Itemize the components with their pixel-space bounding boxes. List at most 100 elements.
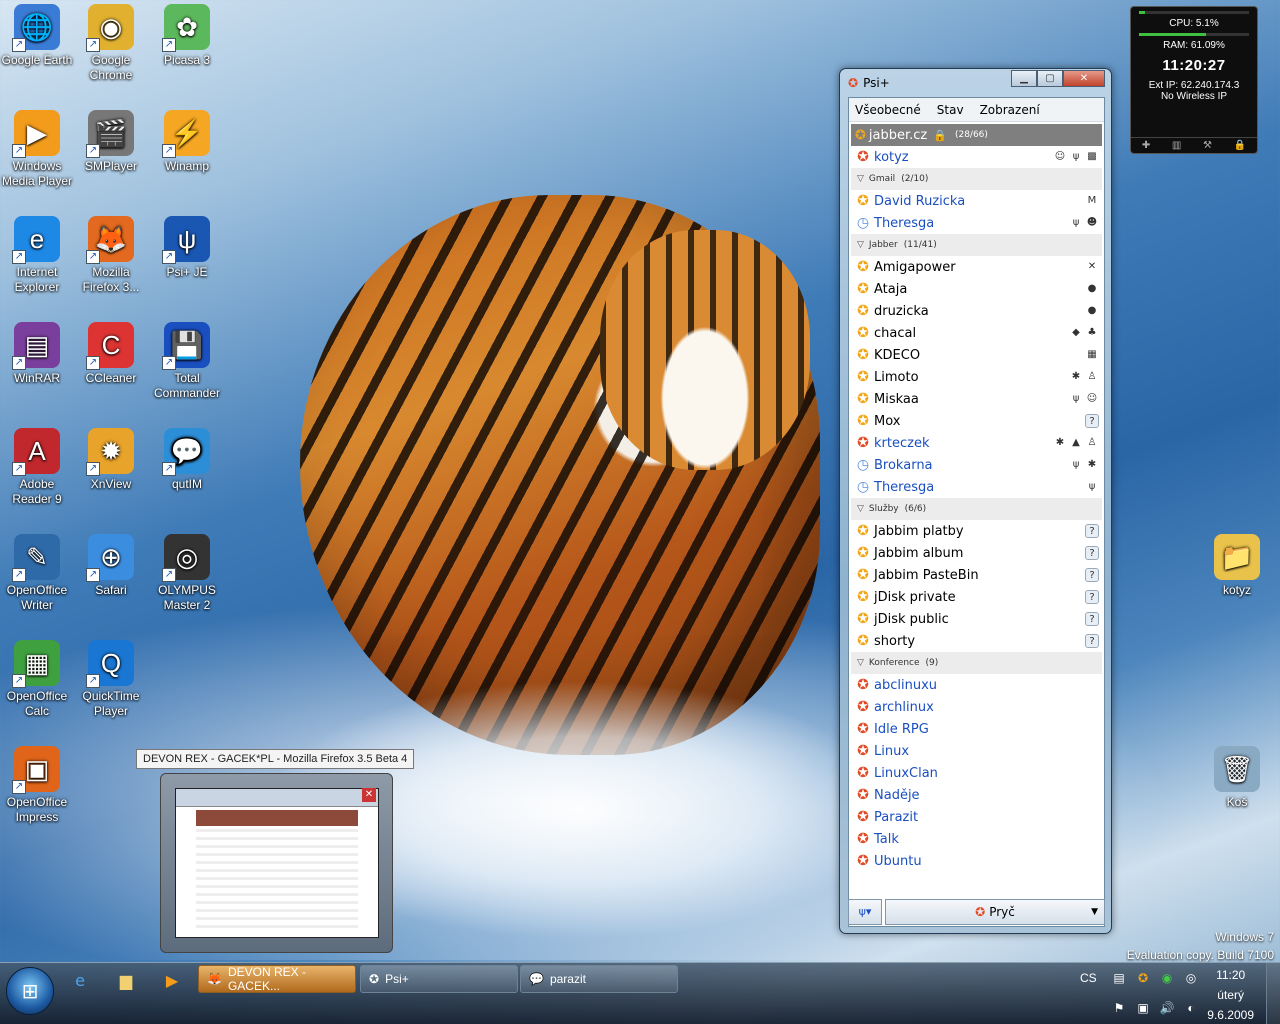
contact-row[interactable]: ✪ Amigapower ✕	[851, 256, 1102, 278]
desktop-icon-mozilla-firefox-3[interactable]: 🦊 ↗ Mozilla Firefox 3...	[74, 216, 148, 295]
network-icon[interactable]: ▣	[1134, 999, 1152, 1017]
quicklaunch-explorer-icon[interactable]: ▆	[114, 969, 138, 993]
desktop-icon-google-chrome[interactable]: ◉ ↗ Google Chrome	[74, 4, 148, 83]
lock-icon[interactable]: 🔒	[1234, 140, 1246, 151]
desktop-icon-kotyz[interactable]: 📁 kotyz	[1200, 534, 1274, 598]
hardware-icon[interactable]: ◐	[1182, 999, 1200, 1017]
contact-row[interactable]: ✪ abclinuxu	[851, 674, 1102, 696]
desktop-icon-openoffice-writer[interactable]: ✎ ↗ OpenOffice Writer	[0, 534, 74, 613]
contact-row[interactable]: ✪ Limoto ✱ ♙	[851, 366, 1102, 388]
desktop-icon-picasa-3[interactable]: ✿ ↗ Picasa 3	[150, 4, 224, 68]
maximize-button[interactable]: ▢	[1037, 70, 1063, 87]
menu-general[interactable]: Všeobecné	[855, 103, 921, 117]
desktop-icon-xnview[interactable]: ✹ ↗ XnView	[74, 428, 148, 492]
action-center-flag-icon[interactable]: ⚑	[1110, 999, 1128, 1017]
client-icons: ✱ ♙	[1069, 370, 1099, 384]
thumbnail-page-preview[interactable]	[175, 788, 379, 938]
desktop-icon-label: Winamp	[164, 159, 209, 173]
taskbar-button-parazit[interactable]: 💬 parazit	[520, 965, 678, 993]
language-indicator[interactable]: CS	[1080, 971, 1097, 985]
steam-tray-icon[interactable]: ◎	[1182, 969, 1200, 987]
contact-row[interactable]: ✪ Miskaa ψ ☺	[851, 388, 1102, 410]
contact-row[interactable]: ✪ David Ruzicka M	[851, 190, 1102, 212]
desktop-icon-adobe-reader-9[interactable]: A ↗ Adobe Reader 9	[0, 428, 74, 507]
desktop-icon-psi-je[interactable]: ψ ↗ Psi+ JE	[150, 216, 224, 280]
contact-row[interactable]: ✪ Linux	[851, 740, 1102, 762]
desktop-icon-openoffice-impress[interactable]: ▣ ↗ OpenOffice Impress	[0, 746, 74, 825]
taskbar: ⊞ e ▆ ▶ 🦊 DEVON REX - GACEK... ✪ Psi+ 💬 paraz…	[0, 962, 1280, 1024]
menu-status[interactable]: Stav	[937, 103, 964, 117]
shortcut-arrow-icon: ↗	[162, 250, 176, 264]
quicklaunch-mediaplayer-icon[interactable]: ▶	[160, 969, 184, 993]
contact-row[interactable]: ✪ shorty?	[851, 630, 1102, 652]
group-header[interactable]: ▽ Služby (6/6)	[851, 498, 1102, 520]
account-header[interactable]: ✪ jabber.cz 🔒 (28/66)	[851, 124, 1102, 146]
add-icon[interactable]: ✚	[1142, 140, 1150, 151]
contact-row[interactable]: ✪ Naděje	[851, 784, 1102, 806]
client-badge-icon: ψ	[1072, 459, 1080, 470]
contact-row[interactable]: ✪ Ubuntu	[851, 850, 1102, 872]
contact-row[interactable]: ✪ Mox?	[851, 410, 1102, 432]
contact-row[interactable]: ✪ jDisk public?	[851, 608, 1102, 630]
desktop-icon-quicktime-player[interactable]: Q ↗ QuickTime Player	[74, 640, 148, 719]
desktop-icon-ccleaner[interactable]: C ↗ CCleaner	[74, 322, 148, 386]
graph-icon[interactable]: ▥	[1172, 140, 1181, 151]
contact-row[interactable]: ✪ Talk	[851, 828, 1102, 850]
contact-row[interactable]: ✪ Jabbim PasteBin?	[851, 564, 1102, 586]
desktop-icon-olympus-master-2[interactable]: ◎ ↗ OLYMPUS Master 2	[150, 534, 224, 613]
contact-row[interactable]: ✪ KDECO ▦	[851, 344, 1102, 366]
desktop-icon-total-commander[interactable]: 💾 ↗ Total Commander	[150, 322, 224, 401]
contact-row[interactable]: ✪ Jabbim platby?	[851, 520, 1102, 542]
desktop-icon-internet-explorer[interactable]: e ↗ Internet Explorer	[0, 216, 74, 295]
contact-row[interactable]: ✪ jDisk private?	[851, 586, 1102, 608]
desktop-icon-google-earth[interactable]: 🌐 ↗ Google Earth	[0, 4, 74, 68]
taskbar-clock[interactable]: 11:20 úterý 9.6.2009	[1207, 965, 1254, 1024]
status-select[interactable]: ✪ Pryč ▼	[885, 899, 1105, 925]
network-meter-icon[interactable]: ▤	[1110, 969, 1128, 987]
contact-row[interactable]: ✪ krteczek ✱ ▲ ♙	[851, 432, 1102, 454]
chrome-tray-icon[interactable]: ◉	[1158, 969, 1176, 987]
group-header[interactable]: ▽ Jabber (11/41)	[851, 234, 1102, 256]
desktop-icon-winamp[interactable]: ⚡ ↗ Winamp	[150, 110, 224, 174]
contact-row[interactable]: ✪ chacal ◆ ♣	[851, 322, 1102, 344]
menu-view[interactable]: Zobrazení	[980, 103, 1040, 117]
taskbar-button-devon-rex-gacek[interactable]: 🦊 DEVON REX - GACEK...	[198, 965, 356, 993]
start-button[interactable]: ⊞	[6, 967, 54, 1015]
show-desktop-button[interactable]	[1266, 963, 1280, 1024]
volume-icon[interactable]: 🔊	[1158, 999, 1176, 1017]
group-header[interactable]: ▽ Gmail (2/10)	[851, 168, 1102, 190]
quicklaunch-ie-icon[interactable]: e	[68, 969, 92, 993]
minimize-button[interactable]: ▁	[1011, 70, 1037, 87]
desktop-icon-safari[interactable]: ⊕ ↗ Safari	[74, 534, 148, 598]
contact-row[interactable]: ◷ Brokarna ψ ✱	[851, 454, 1102, 476]
group-header[interactable]: ▽ Konference (9)	[851, 652, 1102, 674]
desktop-icon-label: QuickTime Player	[82, 689, 140, 718]
client-icons: ◆ ♣	[1069, 326, 1099, 340]
contact-row[interactable]: ✪ druzicka ●	[851, 300, 1102, 322]
contact-row[interactable]: ✪ Idle RPG	[851, 718, 1102, 740]
taskbar-thumbnail-preview[interactable]: ✕	[160, 773, 393, 953]
contact-row[interactable]: ◷ Theresga ψ	[851, 476, 1102, 498]
self-contact[interactable]: ✪ kotyz ☺ ψ ▩	[851, 146, 1102, 168]
ext-ip: Ext IP: 62.240.174.3	[1148, 80, 1240, 91]
psi-tray-icon[interactable]: ✪	[1134, 969, 1152, 987]
wrench-icon[interactable]: ⚒	[1203, 140, 1212, 151]
contact-row[interactable]: ✪ archlinux	[851, 696, 1102, 718]
desktop-icon-smplayer[interactable]: 🎬 ↗ SMPlayer	[74, 110, 148, 174]
options-menu-button[interactable]: ψ▾	[848, 899, 882, 925]
desktop-icon-ko[interactable]: 🗑 Koš	[1200, 746, 1274, 810]
desktop-icon-winrar[interactable]: ▤ ↗ WinRAR	[0, 322, 74, 386]
contact-row[interactable]: ◷ Theresga ψ ☻	[851, 212, 1102, 234]
contact-row[interactable]: ✪ Ataja ●	[851, 278, 1102, 300]
psi-window[interactable]: ✪ Psi+ ▁ ▢ ✕ Všeobecné Stav Zobrazení ✪ …	[839, 68, 1112, 934]
contact-row[interactable]: ✪ Jabbim album?	[851, 542, 1102, 564]
taskbar-button-psi[interactable]: ✪ Psi+	[360, 965, 518, 993]
contact-row[interactable]: ✪ LinuxClan	[851, 762, 1102, 784]
thumbnail-close-button[interactable]: ✕	[362, 788, 376, 802]
contact-row[interactable]: ✪ Parazit	[851, 806, 1102, 828]
desktop-icon-windows-media-player[interactable]: ▶ ↗ Windows Media Player	[0, 110, 74, 189]
close-button[interactable]: ✕	[1063, 70, 1105, 87]
desktop-icon-qutim[interactable]: 💬 ↗ qutIM	[150, 428, 224, 492]
desktop-icon-openoffice-calc[interactable]: ▦ ↗ OpenOffice Calc	[0, 640, 74, 719]
system-monitor-gadget[interactable]: CPU: 5.1% RAM: 61.09% 11:20:27 Ext IP: 6…	[1130, 6, 1258, 154]
